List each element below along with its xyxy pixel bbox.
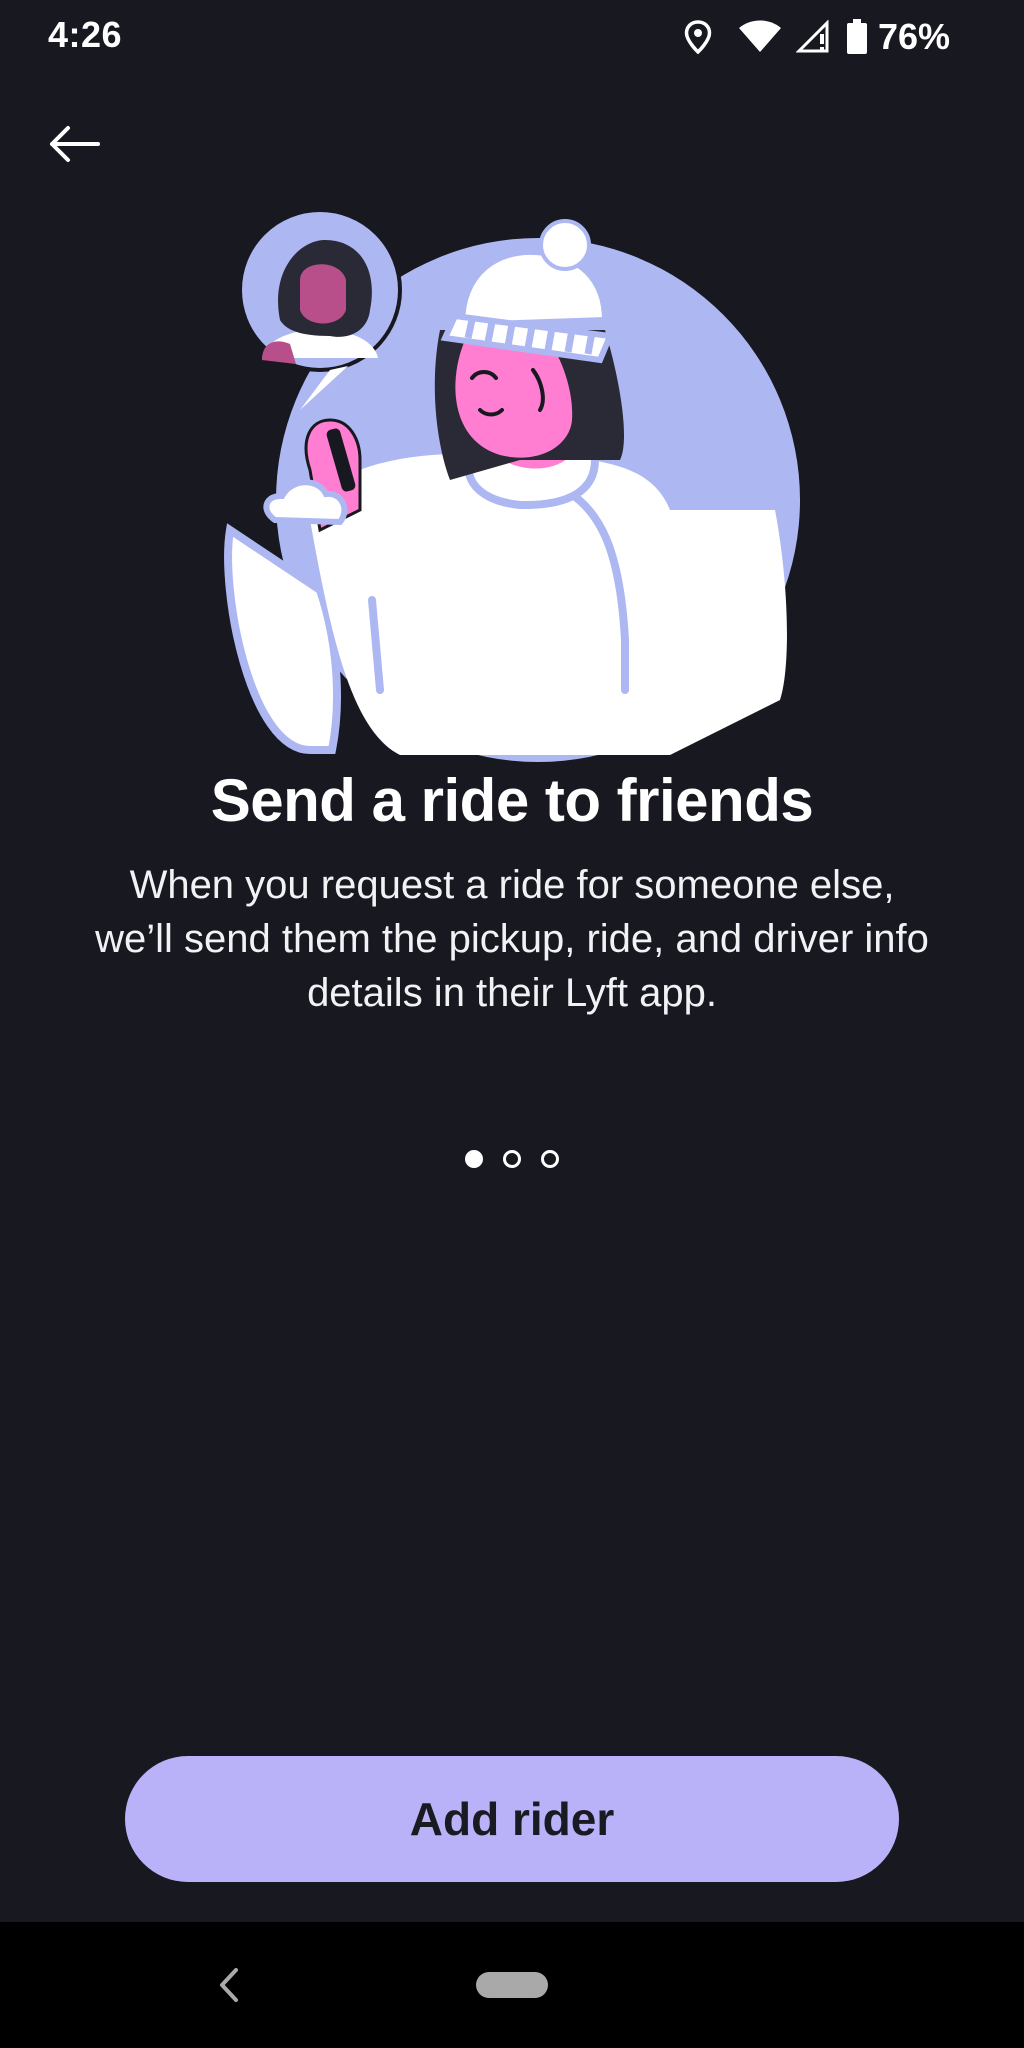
status-bar: 4:26 76% — [0, 0, 1024, 74]
battery-icon — [846, 19, 868, 55]
page-dot — [541, 1150, 559, 1168]
location-icon — [684, 20, 712, 54]
arrow-left-icon — [46, 124, 102, 169]
system-nav-bar — [0, 1922, 1024, 2048]
home-pill-icon[interactable] — [476, 1972, 548, 1998]
onboarding-title: Send a ride to friends — [210, 767, 814, 834]
page-dot-active — [465, 1150, 483, 1168]
page-dot — [503, 1150, 521, 1168]
back-button[interactable] — [34, 112, 114, 180]
battery-percent: 76% — [877, 16, 950, 57]
wifi-icon — [738, 20, 782, 54]
page-indicator — [0, 1150, 1024, 1168]
onboarding-description: When you request a ride for someone else… — [95, 863, 929, 1015]
status-icons: 76% — [684, 14, 950, 60]
add-rider-button[interactable]: Add rider — [125, 1756, 899, 1882]
chevron-left-icon[interactable] — [210, 1962, 250, 2008]
status-time: 4:26 — [48, 14, 123, 55]
signal-icon — [795, 20, 832, 54]
person-sending-ride-illustration — [200, 208, 820, 770]
